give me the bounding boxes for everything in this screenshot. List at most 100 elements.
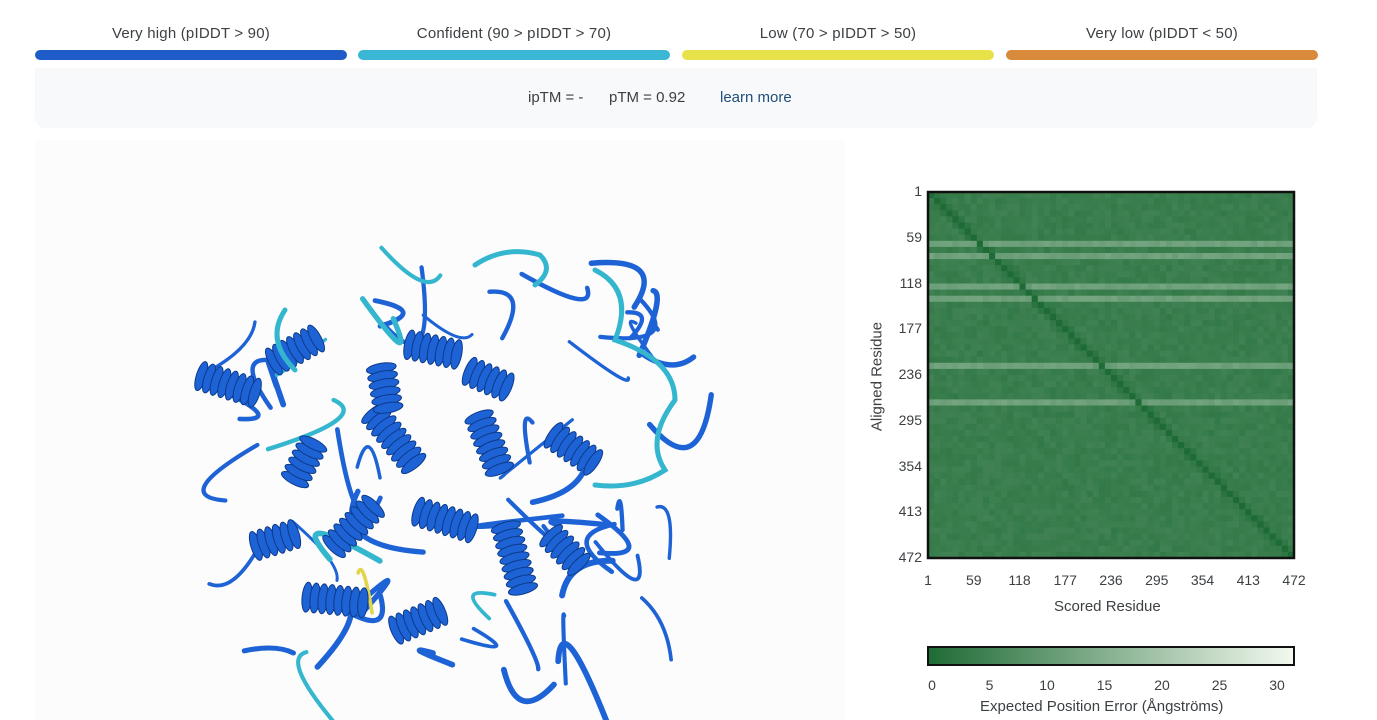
heatmap-cell [1123, 393, 1130, 400]
heatmap-cell [1007, 509, 1014, 516]
heatmap-cell [958, 332, 965, 339]
heatmap-cell [1050, 314, 1057, 321]
heatmap-cell [1147, 198, 1155, 205]
heatmap-cell [1129, 497, 1136, 504]
heatmap-cell [1153, 210, 1161, 217]
heatmap-cell [1233, 301, 1240, 309]
heatmap-cell [1172, 326, 1179, 333]
heatmap-cell [958, 436, 965, 443]
heatmap-cell [946, 405, 953, 412]
heatmap-cell [1190, 228, 1197, 236]
heatmap-cell [1111, 442, 1118, 449]
heatmap-cell [1080, 259, 1087, 266]
heatmap-cell [952, 307, 959, 315]
heatmap-cell [1019, 332, 1026, 339]
heatmap-cell [1092, 320, 1100, 327]
heatmap-cell [1068, 362, 1075, 370]
heatmap-cell [1190, 320, 1197, 327]
heatmap-cell [1135, 393, 1142, 400]
heatmap-cell [1050, 533, 1057, 541]
heatmap-cell [1233, 411, 1240, 419]
heatmap-cell [1257, 228, 1264, 236]
heatmap-cell [1269, 521, 1277, 528]
heatmap-cell [1275, 265, 1283, 272]
heatmap-cell [1068, 277, 1075, 284]
heatmap-cell [1001, 216, 1008, 223]
heatmap-cell [1019, 356, 1026, 364]
heatmap-cell [1074, 234, 1081, 242]
heatmap-cell [1172, 417, 1179, 425]
heatmap-cell [1214, 417, 1222, 425]
heatmap-cell [982, 436, 990, 443]
heatmap-cell [1007, 253, 1014, 260]
heatmap-cell [1190, 454, 1197, 461]
heatmap-cell [1184, 356, 1191, 364]
heatmap-cell [940, 326, 947, 333]
heatmap-cell [1080, 216, 1087, 223]
heatmap-cell [1080, 381, 1087, 388]
heatmap-cell [1062, 436, 1069, 443]
heatmap-cell [1220, 472, 1228, 480]
heatmap-cell [1208, 375, 1216, 382]
heatmap-cell [940, 515, 947, 522]
heatmap-cell [1129, 240, 1136, 248]
heatmap-cell [1226, 521, 1234, 528]
pae-plot: Aligned Residue 1 59 118 177 236 295 354 413 472… [860, 183, 1360, 720]
heatmap-cell [1068, 240, 1075, 248]
heatmap-cell [1220, 478, 1228, 486]
heatmap-cell [1056, 368, 1063, 376]
heatmap-cell [1275, 527, 1283, 534]
heatmap-cell [1147, 228, 1155, 236]
heatmap-cell [1001, 253, 1008, 260]
heatmap-cell [1056, 210, 1063, 217]
heatmap-cell [1263, 277, 1270, 284]
heatmap-cell [940, 393, 947, 400]
heatmap-cell [1257, 307, 1264, 315]
heatmap-cell [970, 509, 978, 516]
heatmap-cell [1147, 246, 1155, 254]
heatmap-cell [934, 448, 941, 455]
heatmap-cell [989, 539, 996, 547]
heatmap-cell [1220, 405, 1228, 412]
heatmap-cell [1068, 210, 1075, 217]
heatmap-cell [952, 509, 959, 516]
heatmap-cell [1117, 320, 1124, 327]
learn-more-link[interactable]: learn more [720, 89, 792, 106]
heatmap-cell [1245, 387, 1252, 394]
heatmap-cell [1037, 442, 1045, 449]
heatmap-cell [1104, 454, 1112, 461]
heatmap-cell [1159, 362, 1167, 370]
heatmap-cell [982, 332, 990, 339]
heatmap-cell [1031, 283, 1039, 290]
heatmap-cell [958, 271, 965, 278]
heatmap-cell [1111, 521, 1118, 528]
heatmap-cell [1275, 289, 1283, 297]
heatmap-cell [995, 368, 1002, 376]
heatmap-cell [1165, 362, 1173, 370]
heatmap-cell [1153, 448, 1161, 455]
heatmap-cell [1245, 228, 1252, 236]
heatmap-cell [1245, 198, 1252, 205]
heatmap-cell [1263, 527, 1270, 534]
ribbon-loop [208, 320, 257, 372]
heatmap-cell [1025, 381, 1033, 388]
structure-viewer[interactable] [35, 140, 845, 720]
heatmap-cell [1111, 484, 1118, 492]
heatmap-cell [1123, 265, 1130, 272]
heatmap-cell [976, 478, 984, 486]
heatmap-cell [1050, 411, 1057, 419]
heatmap-cell [1111, 222, 1118, 229]
heatmap-cell [1013, 356, 1020, 364]
heatmap-cell [1263, 515, 1270, 522]
heatmap-cell [1043, 533, 1051, 541]
heatmap-cell [940, 411, 947, 419]
heatmap-cell [1074, 533, 1081, 541]
heatmap-cell [1245, 234, 1252, 242]
heatmap-cell [1214, 411, 1222, 419]
heatmap-cell [1080, 466, 1087, 473]
heatmap-cell [1239, 332, 1246, 339]
heatmap-cell [995, 527, 1002, 534]
heatmap-cell [989, 405, 996, 412]
heatmap-cell [1104, 210, 1112, 217]
heatmap-cell [1226, 399, 1234, 406]
